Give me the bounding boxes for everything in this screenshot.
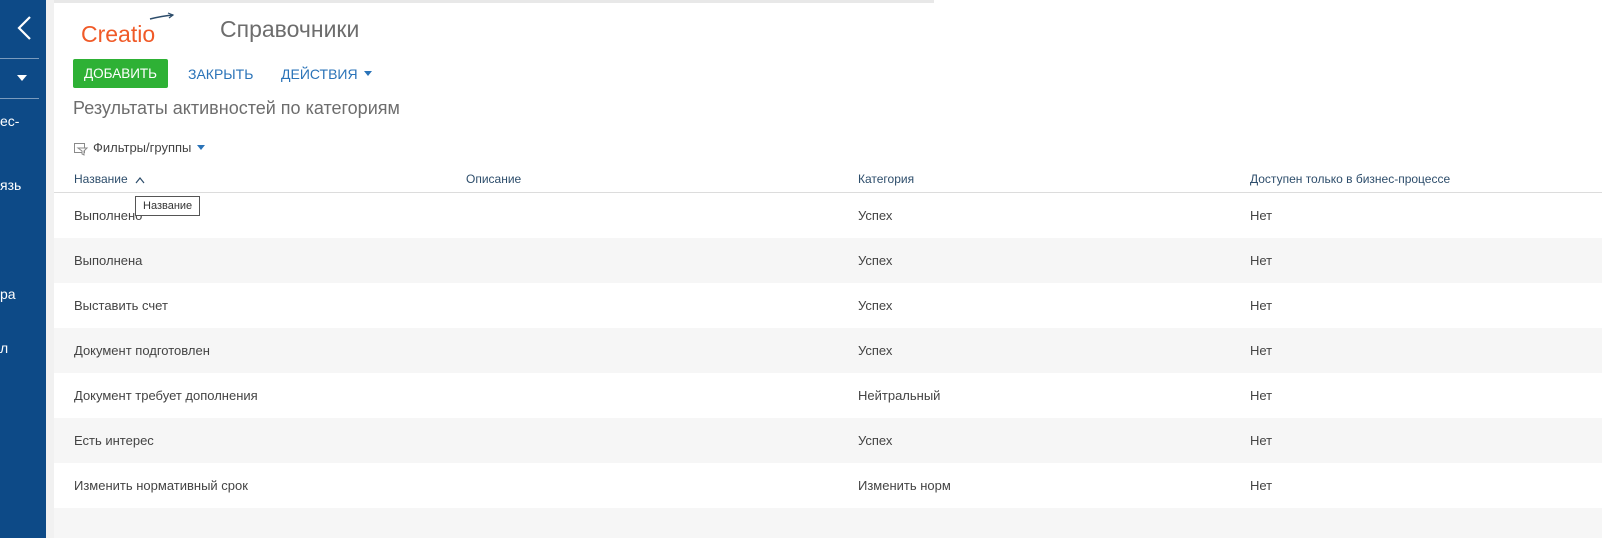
cell-name: Изменить нормативный срок	[74, 478, 248, 493]
table-row[interactable]: Есть интерес Успех Нет	[54, 418, 1602, 463]
creatio-logo: Creatio	[81, 12, 175, 47]
cell-bp-only: Нет	[1250, 433, 1273, 448]
column-header-description[interactable]: Описание	[466, 172, 521, 186]
grid-header: Название Описание Категория Доступен тол…	[54, 170, 1602, 193]
close-button[interactable]: ЗАКРЫТЬ	[188, 66, 253, 82]
svg-text:Creatio: Creatio	[81, 21, 155, 47]
filters-groups-button[interactable]: Фильтры/группы	[73, 140, 206, 157]
cell-category: Изменить норм	[858, 478, 951, 493]
cell-category: Нейтральный	[858, 388, 941, 403]
grid-body: Выполнено Успех Нет Выполнена Успех Нет …	[54, 193, 1602, 538]
cell-bp-only: Нет	[1250, 388, 1273, 403]
table-row[interactable]: Выставить счет Успех Нет	[54, 283, 1602, 328]
table-row[interactable]: Документ подготовлен Успех Нет	[54, 328, 1602, 373]
left-panel: ес- язь ра л	[0, 0, 46, 538]
tooltip: Название	[135, 196, 201, 216]
panel-edge	[46, 0, 54, 538]
cell-name: Документ требует дополнения	[74, 388, 258, 403]
cell-category: Успех	[858, 208, 893, 223]
filters-label: Фильтры/группы	[93, 140, 192, 155]
sort-ascending-icon	[135, 176, 145, 184]
cell-category: Успех	[858, 253, 893, 268]
cell-name: Выполнено	[74, 208, 143, 223]
table-row[interactable]: Выполнено Успех Нет	[54, 193, 1602, 238]
cell-name: Есть интерес	[74, 433, 154, 448]
divider	[0, 58, 39, 59]
chevron-down-icon[interactable]	[17, 75, 27, 81]
actions-menu-button[interactable]: ДЕЙСТВИЯ	[281, 66, 372, 82]
cell-bp-only: Нет	[1250, 343, 1273, 358]
table-row[interactable]: Документ требует дополнения Нейтральный …	[54, 373, 1602, 418]
cell-category: Успех	[858, 433, 893, 448]
main-content: Creatio Справочники ДОБАВИТЬ ЗАКРЫТЬ ДЕЙ…	[54, 0, 1602, 538]
column-header-bp-only[interactable]: Доступен только в бизнес-процессе	[1250, 172, 1450, 186]
cell-category: Успех	[858, 298, 893, 313]
divider	[0, 98, 39, 99]
column-header-label: Название	[74, 172, 128, 186]
cell-bp-only: Нет	[1250, 478, 1273, 493]
page-title: Справочники	[220, 16, 360, 42]
table-row[interactable]	[54, 508, 1602, 538]
section-title: Результаты активностей по категориям	[73, 98, 400, 118]
chevron-down-icon	[363, 70, 372, 76]
table-row[interactable]: Выполнена Успех Нет	[54, 238, 1602, 283]
filter-icon	[74, 142, 89, 156]
cell-bp-only: Нет	[1250, 298, 1273, 313]
sidebar-item-fragment[interactable]: ес-	[0, 113, 19, 129]
add-button[interactable]: ДОБАВИТЬ	[73, 59, 169, 88]
cell-name: Выставить счет	[74, 298, 168, 313]
top-divider	[54, 0, 934, 3]
column-header-category[interactable]: Категория	[858, 172, 914, 186]
sidebar-item-fragment[interactable]: ра	[0, 286, 16, 302]
column-header-name[interactable]: Название	[74, 172, 145, 186]
cell-bp-only: Нет	[1250, 253, 1273, 268]
cell-category: Успех	[858, 343, 893, 358]
cell-name: Документ подготовлен	[74, 343, 210, 358]
table-row[interactable]: Изменить нормативный срок Изменить норм …	[54, 463, 1602, 508]
sidebar-item-fragment[interactable]: язь	[0, 177, 21, 193]
cell-name: Выполнена	[74, 253, 143, 268]
sidebar-item-fragment[interactable]: л	[0, 340, 8, 356]
chevron-down-icon	[197, 145, 206, 151]
back-arrow-icon[interactable]	[14, 14, 36, 42]
cell-bp-only: Нет	[1250, 208, 1273, 223]
actions-label: ДЕЙСТВИЯ	[281, 66, 358, 82]
